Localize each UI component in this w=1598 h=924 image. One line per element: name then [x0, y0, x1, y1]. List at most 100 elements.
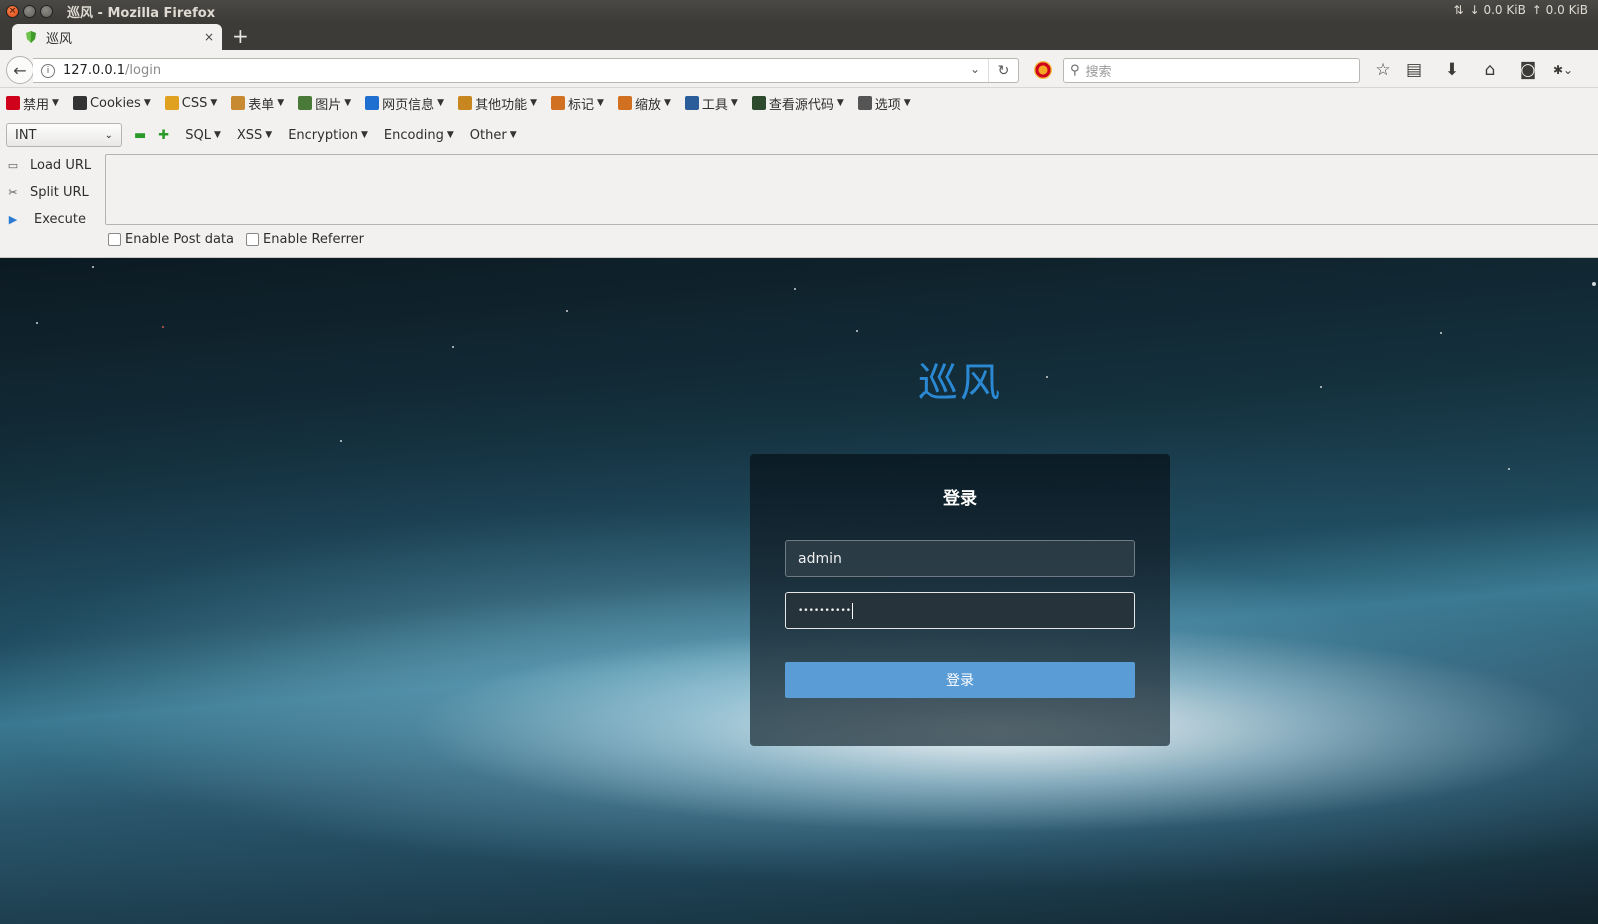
extension-menu-icon[interactable]: ✱⌄: [1552, 59, 1574, 81]
form-icon: [231, 96, 246, 110]
devbar-item[interactable]: 标记 ▼: [551, 94, 604, 113]
image-icon: [298, 96, 313, 110]
hackbar-menu-other[interactable]: Other ▼: [470, 128, 517, 143]
chevron-down-icon: ▼: [530, 98, 538, 108]
hackbar-select-value: INT: [15, 127, 37, 143]
download-icon[interactable]: ⬇: [1441, 59, 1463, 81]
devbar-item-label: Cookies: [89, 95, 141, 111]
login-heading: 登录: [943, 489, 977, 509]
home-icon[interactable]: ⌂: [1479, 59, 1501, 81]
checkbox-box[interactable]: [108, 233, 121, 246]
back-arrow-icon: ←: [13, 60, 27, 80]
hackbar-menu-label: XSS: [236, 127, 263, 143]
pocket-icon[interactable]: ◙: [1517, 59, 1539, 81]
source-icon: [751, 96, 766, 110]
load-url-label: Load URL: [30, 158, 92, 173]
web-developer-toolbar: 禁用 ▼ Cookies ▼ CSS ▼ 表单 ▼ 图片 ▼ 网页信息 ▼ 其他功能 ▼ 标记 ▼ 缩放 ▼ 工具 ▼…: [0, 88, 1598, 118]
chevron-down-icon: ▼: [210, 98, 218, 108]
url-text: 127.0.0.1/login: [63, 63, 161, 78]
back-button[interactable]: ←: [6, 56, 34, 84]
devbar-item[interactable]: 其他功能 ▼: [458, 94, 537, 113]
url-bar[interactable]: i 127.0.0.1/login ⌄ ↻: [33, 58, 1019, 83]
chevron-down-icon: ▼: [361, 130, 368, 140]
login-page: 巡风 登录 admin •••••••••• 登录: [0, 258, 1598, 924]
hackbar-menu-xss[interactable]: XSS ▼: [237, 128, 272, 143]
devbar-item[interactable]: 选项 ▼: [857, 94, 911, 113]
css-icon: [164, 96, 179, 110]
devbar-item[interactable]: 图片 ▼: [298, 94, 351, 113]
enable-post-checkbox[interactable]: Enable Post data: [108, 232, 234, 247]
username-value: admin: [798, 550, 842, 567]
new-tab-button[interactable]: +: [232, 25, 249, 47]
search-placeholder: 搜索: [1085, 65, 1112, 80]
hackbar-menu-row: INT ⌄ ▬ ✚ SQL ▼ XSS ▼ Encryption ▼ Encoding…: [0, 122, 517, 148]
url-history-dropdown-icon[interactable]: ⌄: [970, 62, 980, 76]
reading-list-icon[interactable]: ▤: [1403, 59, 1425, 81]
devbar-item-label: 标记: [568, 97, 595, 113]
enable-referrer-checkbox[interactable]: Enable Referrer: [246, 232, 364, 247]
tab-active[interactable]: 巡风 ×: [12, 24, 222, 50]
devbar-item[interactable]: 禁用 ▼: [6, 94, 59, 113]
devbar-item-label: 其他功能: [475, 97, 528, 113]
hackbar-type-select[interactable]: INT ⌄: [6, 123, 122, 147]
net-up: ↑ 0.0 KiB: [1531, 3, 1588, 17]
devbar-item[interactable]: 查看源代码 ▼: [751, 94, 844, 113]
net-down: ↓ 0.0 KiB: [1469, 3, 1526, 17]
login-submit-button[interactable]: 登录: [785, 662, 1135, 698]
hackbar-menu-label: Other: [469, 127, 507, 143]
username-field[interactable]: admin: [785, 540, 1135, 577]
hackbar-menu-sql[interactable]: SQL ▼: [185, 128, 221, 143]
bookmark-star-icon[interactable]: ☆: [1372, 59, 1394, 81]
chevron-down-icon: ▼: [446, 130, 454, 140]
chevron-down-icon: ▼: [213, 130, 221, 140]
devbar-item[interactable]: 网页信息 ▼: [365, 94, 444, 113]
execute-button[interactable]: ▶ Execute: [6, 206, 100, 233]
chevron-down-icon: ▼: [903, 98, 911, 108]
devbar-item[interactable]: 工具 ▼: [684, 94, 738, 113]
network-arrows-icon: ⇅: [1453, 3, 1464, 17]
enable-post-label: Enable Post data: [125, 232, 235, 247]
window-close-button[interactable]: ×: [6, 4, 19, 18]
hackbar-menu-encoding[interactable]: Encoding ▼: [384, 128, 454, 143]
devbar-item[interactable]: CSS ▼: [164, 96, 218, 111]
tab-title: 巡风: [46, 31, 73, 47]
chevron-down-icon: ▼: [437, 98, 445, 108]
chevron-down-icon: ▼: [836, 98, 844, 108]
devbar-item[interactable]: 缩放 ▼: [617, 94, 671, 113]
hackbar-panel: INT ⌄ ▬ ✚ SQL ▼ XSS ▼ Encryption ▼ Encoding…: [0, 118, 1598, 258]
noscript-icon[interactable]: [1034, 61, 1052, 79]
devbar-item-label: 查看源代码: [768, 97, 834, 113]
tab-close-icon[interactable]: ×: [204, 30, 214, 44]
options-icon: [857, 96, 872, 110]
hackbar-url-textarea[interactable]: [105, 154, 1598, 225]
devbar-item-label: 禁用: [23, 97, 50, 113]
hackbar-menu-label: Encoding: [383, 127, 444, 143]
cookie-icon: [72, 96, 87, 110]
split-url-label: Split URL: [30, 185, 89, 200]
site-info-icon[interactable]: i: [41, 63, 55, 78]
split-url-button[interactable]: ✂ Split URL: [6, 179, 100, 206]
window-minimize-button[interactable]: [23, 4, 36, 18]
window-maximize-button[interactable]: [40, 4, 53, 18]
url-path: /login: [125, 63, 162, 78]
login-card: 登录 admin •••••••••• 登录: [750, 454, 1170, 746]
window-title: 巡风 - Mozilla Firefox: [67, 5, 216, 21]
hackbar-menu-label: SQL: [185, 127, 211, 143]
checkbox-box[interactable]: [246, 233, 260, 246]
chevron-down-icon: ▼: [344, 98, 352, 108]
navigation-bar: ← i 127.0.0.1/login ⌄ ↻ ⚲ 搜索 ☆ ▤ ⬇ ⌂ ◙ ✱…: [0, 50, 1598, 88]
search-input[interactable]: ⚲ 搜索: [1063, 58, 1360, 83]
devbar-item[interactable]: Cookies ▼: [72, 95, 151, 111]
devbar-item[interactable]: 表单 ▼: [231, 94, 284, 113]
execute-label: Execute: [34, 212, 86, 227]
increment-icon[interactable]: ✚: [158, 128, 169, 143]
password-field[interactable]: ••••••••••: [785, 592, 1135, 629]
hackbar-menu-encryption[interactable]: Encryption ▼: [288, 128, 368, 143]
devbar-item-label: 图片: [315, 97, 342, 113]
decrement-icon[interactable]: ▬: [134, 128, 146, 143]
play-icon: ▶: [8, 212, 18, 226]
reload-icon[interactable]: ↻: [988, 59, 1018, 82]
load-url-button[interactable]: ▭ Load URL: [6, 152, 100, 179]
enable-referrer-label: Enable Referrer: [263, 232, 364, 247]
hackbar-menu-label: Encryption: [288, 127, 358, 143]
